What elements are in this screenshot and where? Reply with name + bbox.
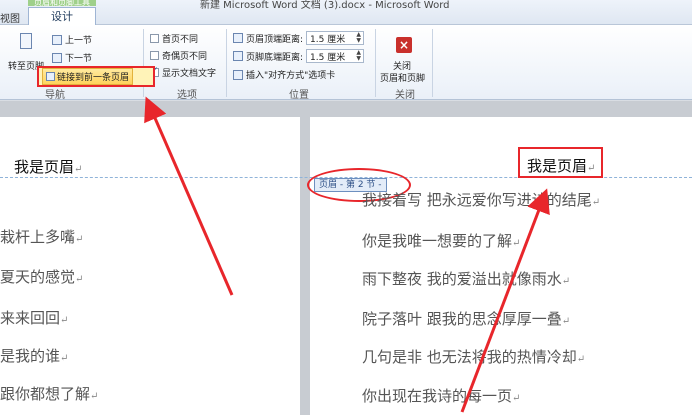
stepper-arrows-icon[interactable]: ▲ ▼ [356, 32, 363, 44]
header-position-icon [233, 33, 243, 43]
link-icon [46, 72, 55, 81]
checkbox-icon [150, 34, 159, 43]
right-line-3: 雨下整夜 我的爱溢出就像雨水↵ [362, 270, 571, 288]
group-separator [432, 29, 433, 97]
right-line-2: 你是我唯一想要的了解↵ [362, 232, 521, 250]
group-label-position: 位置 [289, 90, 309, 101]
footer-position-icon [233, 51, 243, 61]
footer-from-bottom-stepper[interactable]: 1.5 厘米 ▲ ▼ [306, 49, 365, 63]
link-to-previous-button[interactable]: 链接到前一条页眉 [42, 68, 134, 85]
close-header-footer-button-line2[interactable]: 页眉和页脚 [380, 71, 425, 84]
right-line-4: 院子落叶 跟我的思念厚厚一叠↵ [362, 310, 571, 328]
window-title: 新建 Microsoft Word 文档 (3).docx - Microsof… [200, 0, 450, 11]
footer-from-bottom: 页脚底端距离: 1.5 厘米 ▲ ▼ [233, 49, 365, 63]
header-highlight-box [518, 147, 603, 178]
ribbon: 转至页脚 上一节 下一节 导航 首页不同 奇偶页不同 显示文档文字 选项 页眉顶… [0, 25, 692, 101]
right-line-5: 几句是非 也无法将我的热情冷却↵ [362, 348, 586, 366]
tab-design[interactable]: 设计 [28, 7, 96, 26]
first-page-different-checkbox[interactable]: 首页不同 [150, 32, 198, 45]
align-tab-icon [233, 69, 243, 80]
stepper-arrows-icon[interactable]: ▲ ▼ [356, 50, 363, 62]
right-line-1: 我接着写 把永远爱你写进诗的结尾↵ [362, 191, 601, 209]
left-line-1: 栽杆上多嘴↵ [0, 228, 84, 246]
left-line-3: 来来回回↵ [0, 309, 69, 327]
next-section-icon [52, 52, 62, 63]
group-label-navigation: 导航 [45, 90, 65, 101]
group-label-close: 关闭 [395, 90, 415, 101]
prev-section-icon [52, 34, 62, 45]
context-tab-group: 页眉和页脚工具 [28, 0, 96, 6]
tab-view[interactable]: 视图 [0, 10, 20, 25]
insert-align-tab-button[interactable]: 插入"对齐方式"选项卡 [233, 68, 335, 81]
left-page-header[interactable]: 我是页眉↵ [14, 156, 82, 177]
prev-section-button[interactable]: 上一节 [52, 33, 92, 46]
link-to-previous-highlight: 链接到前一条页眉 [37, 66, 155, 87]
left-line-5: 跟你都想了解↵ [0, 385, 99, 403]
header-from-top: 页眉顶端距离: 1.5 厘米 ▲ ▼ [233, 31, 365, 45]
group-label-options: 选项 [177, 90, 197, 101]
header-from-top-stepper[interactable]: 1.5 厘米 ▲ ▼ [306, 31, 365, 45]
left-line-4: 是我的谁↵ [0, 347, 69, 365]
checkbox-icon [150, 51, 159, 60]
goto-header-icon[interactable] [20, 33, 32, 49]
next-section-button[interactable]: 下一节 [52, 51, 92, 64]
left-line-2: 夏天的感觉↵ [0, 268, 84, 286]
show-document-text-checkbox[interactable]: 显示文档文字 [150, 66, 216, 79]
title-bar: 页眉和页脚工具 视图 设计 新建 Microsoft Word 文档 (3).d… [0, 0, 692, 26]
group-separator [375, 29, 376, 97]
right-line-6: 你出现在我诗的每一页↵ [362, 387, 521, 405]
close-icon[interactable]: × [396, 37, 412, 53]
odd-even-different-checkbox[interactable]: 奇偶页不同 [150, 49, 207, 62]
group-separator [226, 29, 227, 97]
page-right [310, 117, 692, 415]
